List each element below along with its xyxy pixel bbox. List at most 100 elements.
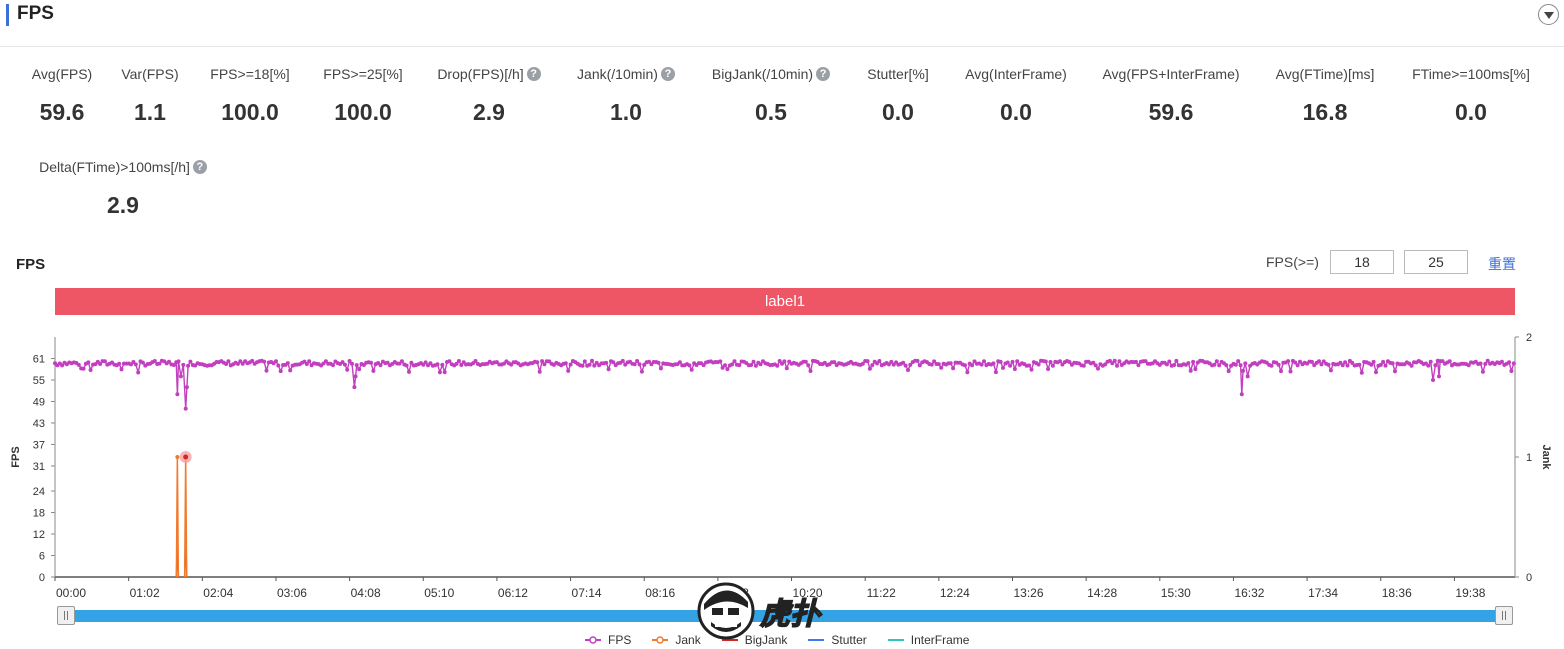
x-tick-label: 12:24 [940, 586, 970, 600]
x-tick-label: 16:32 [1234, 586, 1264, 600]
fps-point [1343, 360, 1348, 365]
title-accent-bar [6, 4, 9, 26]
fps-point [998, 359, 1003, 364]
fps-point [119, 367, 124, 372]
fps-point [632, 362, 637, 367]
fps-point [1224, 363, 1229, 368]
fps-point [186, 363, 191, 368]
fps-point [963, 363, 967, 368]
fps-point [1480, 369, 1485, 374]
fps-point [606, 367, 611, 372]
fps-line [54, 358, 1515, 409]
y-tick-label: 37 [33, 439, 45, 451]
fps-point [1374, 370, 1378, 375]
y-tick-label: 49 [33, 396, 45, 408]
fps-point [1001, 365, 1005, 370]
fps-point [1058, 359, 1062, 364]
fps-point [354, 363, 359, 368]
fps-point [1317, 359, 1321, 364]
chevron-down-icon [1544, 12, 1554, 19]
fps-point [81, 366, 86, 371]
fps-point [175, 392, 180, 397]
fps-point [1048, 360, 1053, 364]
fps-point [965, 370, 970, 375]
legend-item-interframe[interactable]: InterFrame [887, 633, 969, 647]
fps-point [1309, 359, 1314, 364]
fps-point [1507, 360, 1512, 365]
metric-label: Delta(FTime)>100ms[/h]? [39, 159, 207, 175]
fps-point [1008, 363, 1013, 368]
x-tick-label: 07:14 [572, 586, 602, 600]
fps-threshold-input-1[interactable] [1330, 250, 1394, 274]
fps-point [262, 359, 267, 364]
fps-point [456, 359, 461, 363]
help-icon[interactable]: ? [192, 160, 207, 174]
y-tick-label: 0 [39, 572, 45, 584]
fps-threshold-input-2[interactable] [1404, 250, 1468, 274]
fps-point [639, 369, 644, 374]
fps-chart: 06121824313743495561FPS012Jank00:00 01:02… [10, 332, 1552, 600]
fps-points [53, 358, 1516, 411]
fps-filter-label: FPS(>=) [1266, 254, 1319, 270]
collapse-button[interactable] [1538, 4, 1559, 25]
fps-point [1511, 361, 1516, 366]
fps-point [906, 368, 910, 372]
fps-point [1245, 374, 1250, 379]
fps-point [1326, 362, 1331, 367]
fps-point [784, 366, 789, 371]
fps-point [870, 363, 875, 368]
fps-point [1015, 359, 1020, 364]
x-tick-label: 02:04 [203, 586, 233, 600]
x-tick-label: 00:00 [56, 586, 86, 600]
fps-point [1193, 367, 1198, 372]
page-title: FPS [17, 3, 54, 24]
fps-point [1238, 363, 1243, 368]
reset-link[interactable]: 重置 [1488, 254, 1516, 274]
fps-point [353, 374, 358, 379]
fps-point [188, 359, 193, 364]
page-header: FPS [0, 0, 1564, 47]
x-tick-label: 01:02 [130, 586, 160, 600]
fps-point [1186, 361, 1191, 366]
legend-item-jank[interactable]: Jank [651, 633, 701, 647]
svg-text:虎扑: 虎扑 [760, 598, 822, 631]
fps-point [352, 385, 357, 390]
fps-point [117, 361, 122, 366]
fps-point [264, 368, 269, 373]
fps-point [929, 362, 934, 367]
legend-item-fps[interactable]: FPS [584, 633, 631, 647]
zoom-slider-right-handle[interactable] [1495, 606, 1513, 625]
y-tick-label: 61 [33, 353, 45, 365]
fps-point [357, 367, 362, 372]
fps-point [1046, 367, 1051, 371]
fps-point [285, 361, 290, 366]
fps-point [86, 360, 91, 365]
fps-point [723, 363, 727, 368]
fps-point [566, 368, 571, 373]
fps-point [345, 367, 350, 372]
fps-point [1134, 359, 1138, 364]
fps-point [936, 362, 941, 367]
fps-point [1012, 367, 1017, 371]
metric-label-text: Jank(/10min) [577, 66, 658, 82]
fps-point [76, 362, 81, 367]
fps-point [808, 369, 813, 373]
fps-point [582, 359, 587, 364]
fps-point [1447, 359, 1452, 364]
fps-point [1214, 359, 1219, 364]
fps-point [803, 359, 808, 364]
chart-title: FPS [16, 256, 46, 273]
fps-point [1276, 362, 1281, 367]
fps-point [307, 359, 312, 364]
fps-point [1010, 359, 1015, 364]
metric-label-text: FTime>=100ms[%] [1412, 66, 1530, 82]
fps-point [730, 362, 735, 367]
fps-point [590, 358, 594, 363]
fps-point [342, 362, 347, 367]
fps-point [658, 366, 663, 371]
fps-point [1286, 359, 1291, 364]
fps-point [1050, 363, 1055, 368]
fps-point [970, 363, 975, 368]
zoom-slider-left-handle[interactable] [57, 606, 75, 625]
fps-point [276, 363, 281, 368]
